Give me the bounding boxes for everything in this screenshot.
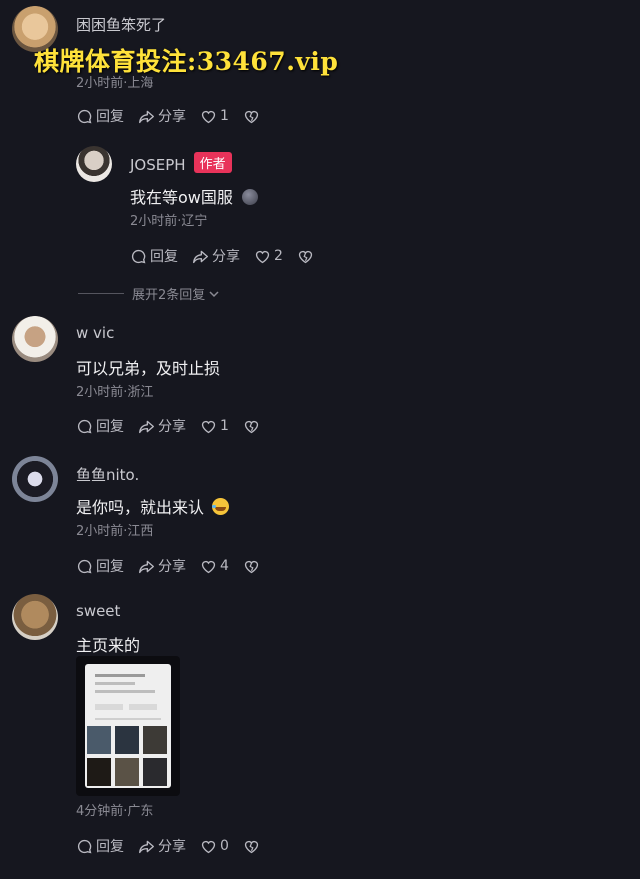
comment-text: 主页来的	[76, 636, 141, 655]
comment-bubble-icon	[77, 109, 92, 123]
thumbnail-screen	[85, 664, 171, 788]
like-button[interactable]: 4	[200, 558, 229, 575]
reply-item: JOSEPH 作者 我在等ow国服 2小时前·辽宁 回复 分享 2	[0, 140, 640, 280]
share-arrow-icon	[139, 560, 154, 573]
comment-text: 是你吗，就出来认	[76, 494, 230, 518]
dislike-heart-icon	[298, 250, 313, 263]
dislike-heart-icon	[244, 420, 259, 433]
comment-meta: 2小时前·上海	[76, 76, 154, 91]
dislike-heart-icon	[244, 110, 259, 123]
emoji-icon	[241, 189, 258, 205]
share-button[interactable]: 分享	[138, 836, 186, 856]
like-count: 0	[220, 838, 229, 854]
chevron-down-icon	[209, 290, 219, 297]
share-button[interactable]: 分享	[192, 246, 240, 266]
heart-icon	[201, 560, 216, 573]
reply-label: 回复	[150, 249, 178, 265]
like-count: 1	[220, 108, 229, 124]
like-button[interactable]: 0	[200, 838, 229, 855]
share-button[interactable]: 分享	[138, 556, 186, 576]
share-label: 分享	[158, 109, 186, 125]
comment-meta: 4分钟前·广东	[76, 804, 154, 819]
expand-replies-button[interactable]: 展开2条回复	[78, 284, 220, 303]
comment-bubble-icon	[77, 419, 92, 433]
share-arrow-icon	[193, 250, 208, 263]
comment-item: w vic 可以兄弟，及时止损 2小时前·浙江 回复 分享 1	[0, 310, 640, 450]
like-count: 2	[274, 248, 283, 264]
comment-body: 是你吗，就出来认	[76, 498, 205, 517]
heart-icon	[201, 420, 216, 433]
share-arrow-icon	[139, 840, 154, 853]
comment-bubble-icon	[77, 559, 92, 573]
dislike-heart-icon	[244, 560, 259, 573]
comment-meta: 2小时前·江西	[76, 524, 154, 539]
comment-username[interactable]: w vic	[76, 324, 114, 342]
dislike-button[interactable]	[243, 558, 263, 575]
divider-line	[78, 293, 124, 294]
comment-username[interactable]: JOSEPH 作者	[130, 152, 232, 174]
comment-actions: 回复 分享 4	[76, 556, 277, 576]
dislike-button[interactable]	[243, 838, 263, 855]
reply-button[interactable]: 回复	[76, 416, 124, 436]
reply-button[interactable]: 回复	[130, 246, 178, 266]
comment-body: 我在等ow国服	[130, 188, 233, 207]
username-text: JOSEPH	[130, 156, 186, 174]
share-label: 分享	[158, 559, 186, 575]
heart-icon	[201, 110, 216, 123]
comment-username[interactable]: 鱼鱼nito.	[76, 464, 139, 485]
avatar[interactable]	[12, 316, 58, 362]
like-button[interactable]: 1	[200, 108, 229, 125]
reply-label: 回复	[96, 559, 124, 575]
reply-button[interactable]: 回复	[76, 836, 124, 856]
comment-item: 鱼鱼nito. 是你吗，就出来认 2小时前·江西 回复 分享 4	[0, 450, 640, 590]
comment-text: 我在等ow国服	[130, 184, 258, 208]
like-button[interactable]: 2	[254, 248, 283, 265]
comment-actions: 回复 分享 1	[76, 106, 277, 126]
reply-label: 回复	[96, 839, 124, 855]
dislike-heart-icon	[244, 840, 259, 853]
avatar[interactable]	[12, 6, 58, 52]
like-count: 1	[220, 418, 229, 434]
reply-label: 回复	[96, 419, 124, 435]
heart-icon	[201, 840, 216, 853]
author-badge: 作者	[193, 152, 232, 173]
like-button[interactable]: 1	[200, 418, 229, 435]
comment-item: 困困鱼笨死了 2小时前·上海 回复 分享 1	[0, 0, 640, 140]
comment-image-thumbnail[interactable]	[76, 656, 180, 796]
avatar[interactable]	[12, 456, 58, 502]
comment-username[interactable]: 困困鱼笨死了	[76, 14, 166, 35]
share-label: 分享	[158, 419, 186, 435]
dislike-button[interactable]	[243, 108, 263, 125]
share-label: 分享	[158, 839, 186, 855]
like-count: 4	[220, 558, 229, 574]
reply-button[interactable]: 回复	[76, 556, 124, 576]
expand-replies-label: 展开2条回复	[132, 288, 206, 303]
heart-icon	[255, 250, 270, 263]
comment-username[interactable]: sweet	[76, 602, 120, 620]
comment-text: 可以兄弟，及时止损	[76, 359, 221, 378]
share-label: 分享	[212, 249, 240, 265]
share-arrow-icon	[139, 110, 154, 123]
comment-actions: 回复 分享 2	[130, 246, 331, 266]
dislike-button[interactable]	[297, 248, 317, 265]
share-button[interactable]: 分享	[138, 106, 186, 126]
share-arrow-icon	[139, 420, 154, 433]
avatar[interactable]	[76, 146, 112, 182]
dislike-button[interactable]	[243, 418, 263, 435]
comment-bubble-icon	[131, 249, 146, 263]
avatar[interactable]	[12, 594, 58, 640]
laughing-emoji-icon	[212, 498, 230, 515]
reply-label: 回复	[96, 109, 124, 125]
reply-button[interactable]: 回复	[76, 106, 124, 126]
comment-bubble-icon	[77, 839, 92, 853]
share-button[interactable]: 分享	[138, 416, 186, 436]
comment-meta: 2小时前·辽宁	[130, 214, 208, 229]
comment-meta: 2小时前·浙江	[76, 385, 154, 400]
comment-actions: 回复 分享 1	[76, 416, 277, 436]
comment-actions: 回复 分享 0	[76, 836, 277, 856]
